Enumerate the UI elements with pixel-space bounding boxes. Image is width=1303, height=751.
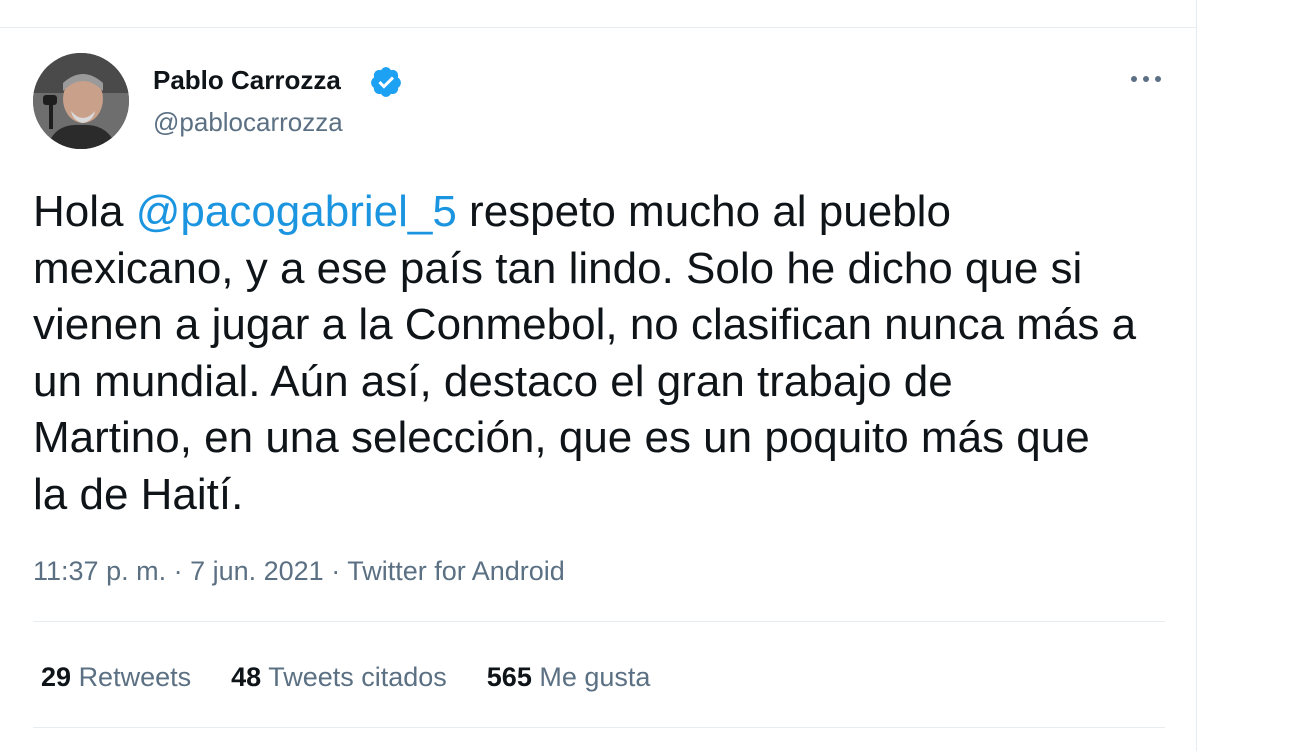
tweet-line-3: vienen a jugar a la Conmebol, no clasifi… [33,300,1137,349]
tweet-detail-column: Pablo Carrozza @pablocarrozza Hola @paco… [0,0,1197,751]
quote-tweets-stat[interactable]: 48 Tweets citados [231,659,447,695]
likes-stat[interactable]: 565 Me gusta [487,659,651,695]
tweet-line-4: un mundial. Aún así, destaco el gran tra… [33,356,953,406]
mention-link[interactable]: @pacogabriel_5 [136,187,457,236]
more-options-icon[interactable] [1128,66,1164,92]
retweets-count: 29 [41,662,72,692]
divider [33,727,1165,728]
verified-badge-icon [371,67,401,97]
quote-tweets-label: Tweets citados [268,662,447,692]
retweets-stat[interactable]: 29 Retweets [41,659,191,695]
divider [33,621,1165,622]
likes-count: 565 [486,662,532,692]
top-divider [0,27,1197,28]
tweet-line-6: la de Haití. [33,469,244,519]
tweet-line-1: Hola @pacogabriel_5 respeto mucho al pue… [33,184,1173,241]
meta-separator: · [323,556,348,586]
likes-label: Me gusta [539,662,651,692]
display-name[interactable]: Pablo Carrozza [153,62,341,98]
tweet-stats: 29 Retweets 48 Tweets citados 565 Me gus… [41,659,690,695]
tweet-source[interactable]: Twitter for Android [347,556,565,586]
avatar[interactable] [33,53,129,149]
avatar-image [33,53,129,149]
tweet-text-segment: respeto mucho al pueblo [456,187,951,236]
tweet-line-2: mexicano, y a ese país tan lindo. Solo h… [33,243,1083,293]
tweet-text: Hola @pacogabriel_5 respeto mucho al pue… [33,184,1173,523]
tweet-metadata: 11:37 p. m. · 7 jun. 2021 · Twitter for … [33,553,565,589]
tweet-line-5: Martino, en una selección, que es un poq… [33,413,1090,462]
tweet-time[interactable]: 11:37 p. m. [33,556,166,586]
retweets-label: Retweets [78,662,192,692]
user-handle[interactable]: @pablocarrozza [153,104,343,140]
tweet-text-segment: Hola [33,187,136,236]
meta-separator: · [166,556,191,586]
quote-tweets-count: 48 [231,662,262,692]
tweet-date[interactable]: 7 jun. 2021 [190,556,324,586]
